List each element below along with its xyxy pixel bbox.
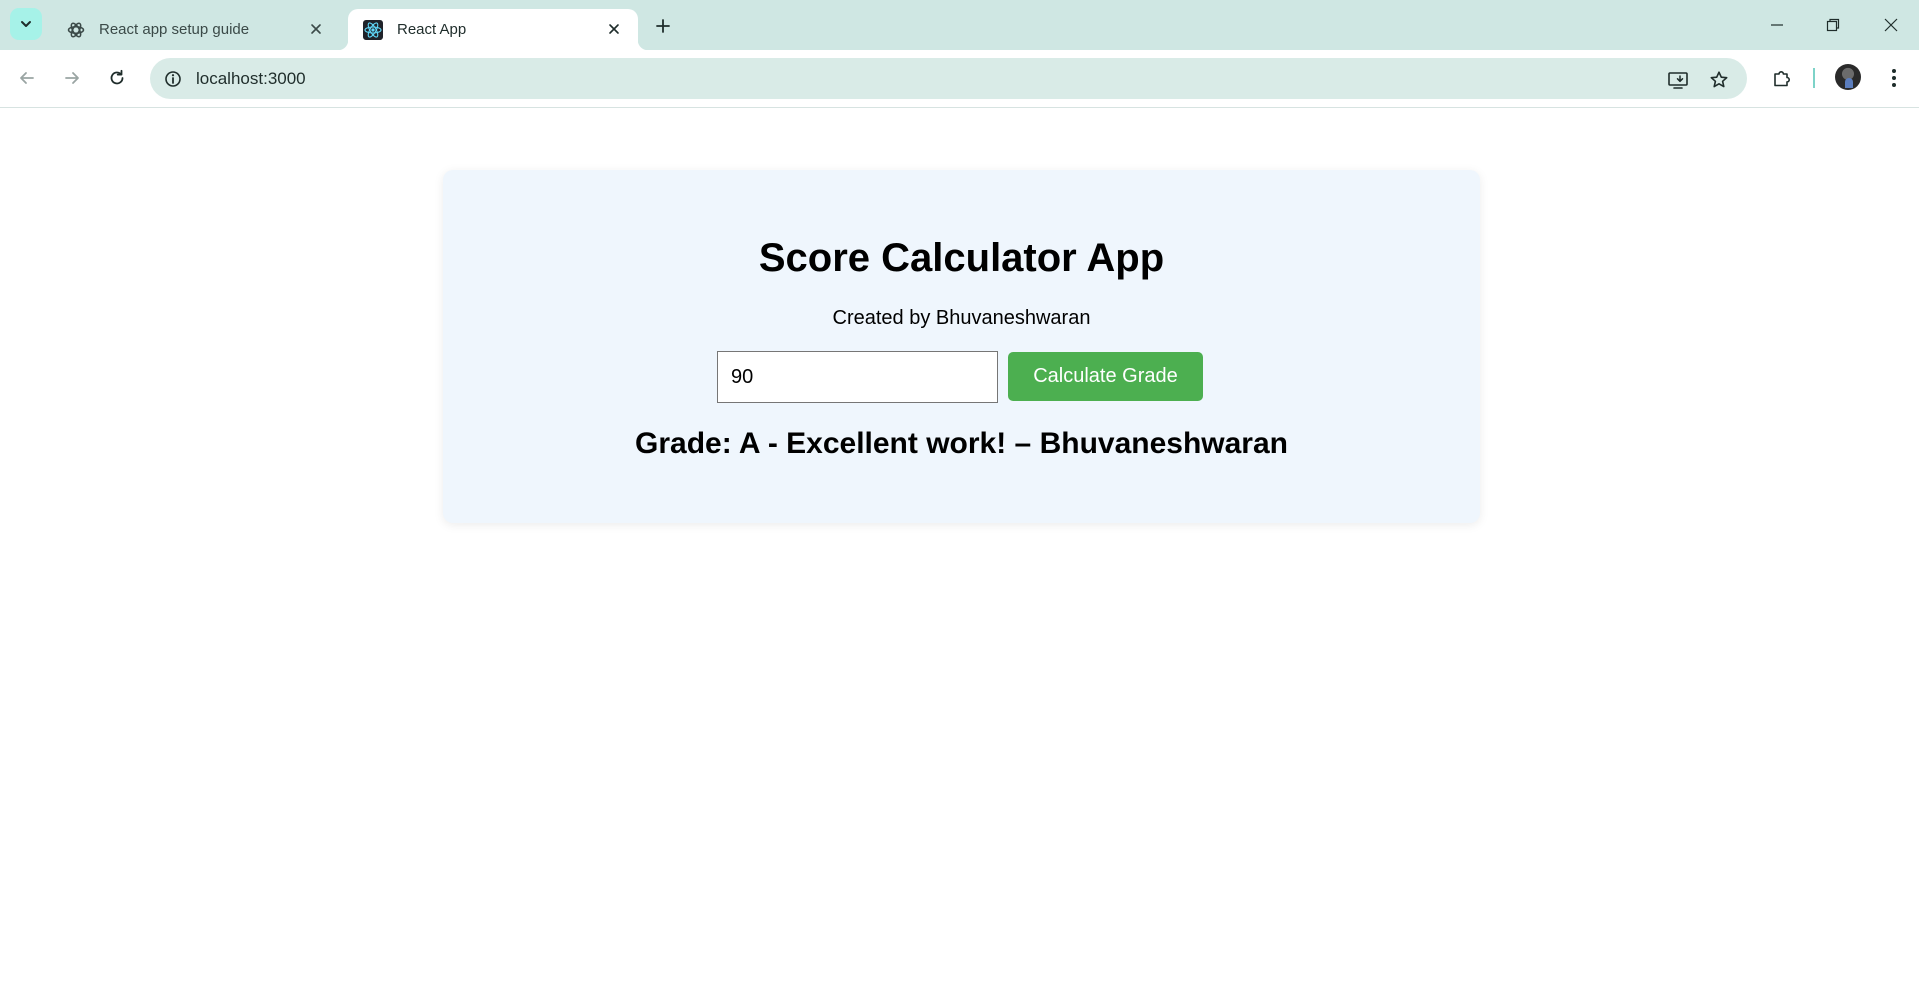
browser-toolbar: localhost:3000 [0, 50, 1919, 108]
calculate-grade-button[interactable]: Calculate Grade [1008, 352, 1203, 401]
score-calculator-card: Score Calculator App Created by Bhuvanes… [443, 170, 1480, 523]
arrow-left-icon [20, 72, 34, 84]
close-icon [311, 24, 321, 34]
reload-icon [110, 69, 124, 85]
restore-icon [1826, 18, 1840, 32]
openai-icon [67, 22, 85, 37]
back-button[interactable] [11, 62, 43, 94]
page-title: Score Calculator App [758, 236, 1165, 280]
install-app-button[interactable] [1666, 68, 1690, 92]
close-tab-button[interactable] [306, 19, 326, 39]
tab-title: React App [397, 21, 467, 38]
score-input[interactable] [717, 351, 998, 403]
kebab-menu-icon [1892, 69, 1896, 87]
info-icon [165, 71, 181, 87]
restore-button[interactable] [1813, 10, 1853, 40]
minimize-icon [1771, 24, 1783, 26]
close-window-button[interactable] [1871, 10, 1911, 40]
plus-icon [656, 19, 670, 33]
toolbar-divider [1813, 68, 1815, 88]
tab-react-app[interactable]: React App [338, 9, 648, 50]
reload-button[interactable] [101, 62, 133, 94]
browser-menu-button[interactable] [1880, 64, 1908, 92]
forward-button[interactable] [56, 62, 88, 94]
site-info-button[interactable] [162, 68, 184, 90]
tab-title: React app setup guide [99, 21, 250, 38]
tab-strip: React app setup guide React App [0, 0, 1919, 50]
extensions-button[interactable] [1768, 64, 1796, 92]
minimize-button[interactable] [1757, 10, 1797, 40]
close-icon [609, 24, 619, 34]
arrow-right-icon [65, 72, 79, 84]
tab-react-setup-guide[interactable]: React app setup guide [52, 9, 340, 50]
profile-avatar[interactable] [1835, 64, 1861, 90]
install-app-icon [1668, 72, 1688, 89]
address-bar[interactable]: localhost:3000 [150, 58, 1747, 99]
star-icon [1710, 71, 1728, 88]
puzzle-icon [1774, 71, 1790, 87]
url-text[interactable]: localhost:3000 [196, 69, 306, 89]
new-tab-button[interactable] [650, 13, 676, 39]
close-icon [1884, 18, 1898, 32]
author-subtitle: Created by Bhuvaneshwaran [832, 307, 1091, 329]
close-tab-button[interactable] [604, 19, 624, 39]
tab-search-button[interactable] [10, 8, 42, 40]
bookmark-button[interactable] [1707, 68, 1731, 92]
react-icon [363, 19, 383, 40]
grade-result: Grade: A - Excellent work! – Bhuvaneshwa… [635, 427, 1288, 460]
chevron-down-icon [21, 21, 31, 27]
